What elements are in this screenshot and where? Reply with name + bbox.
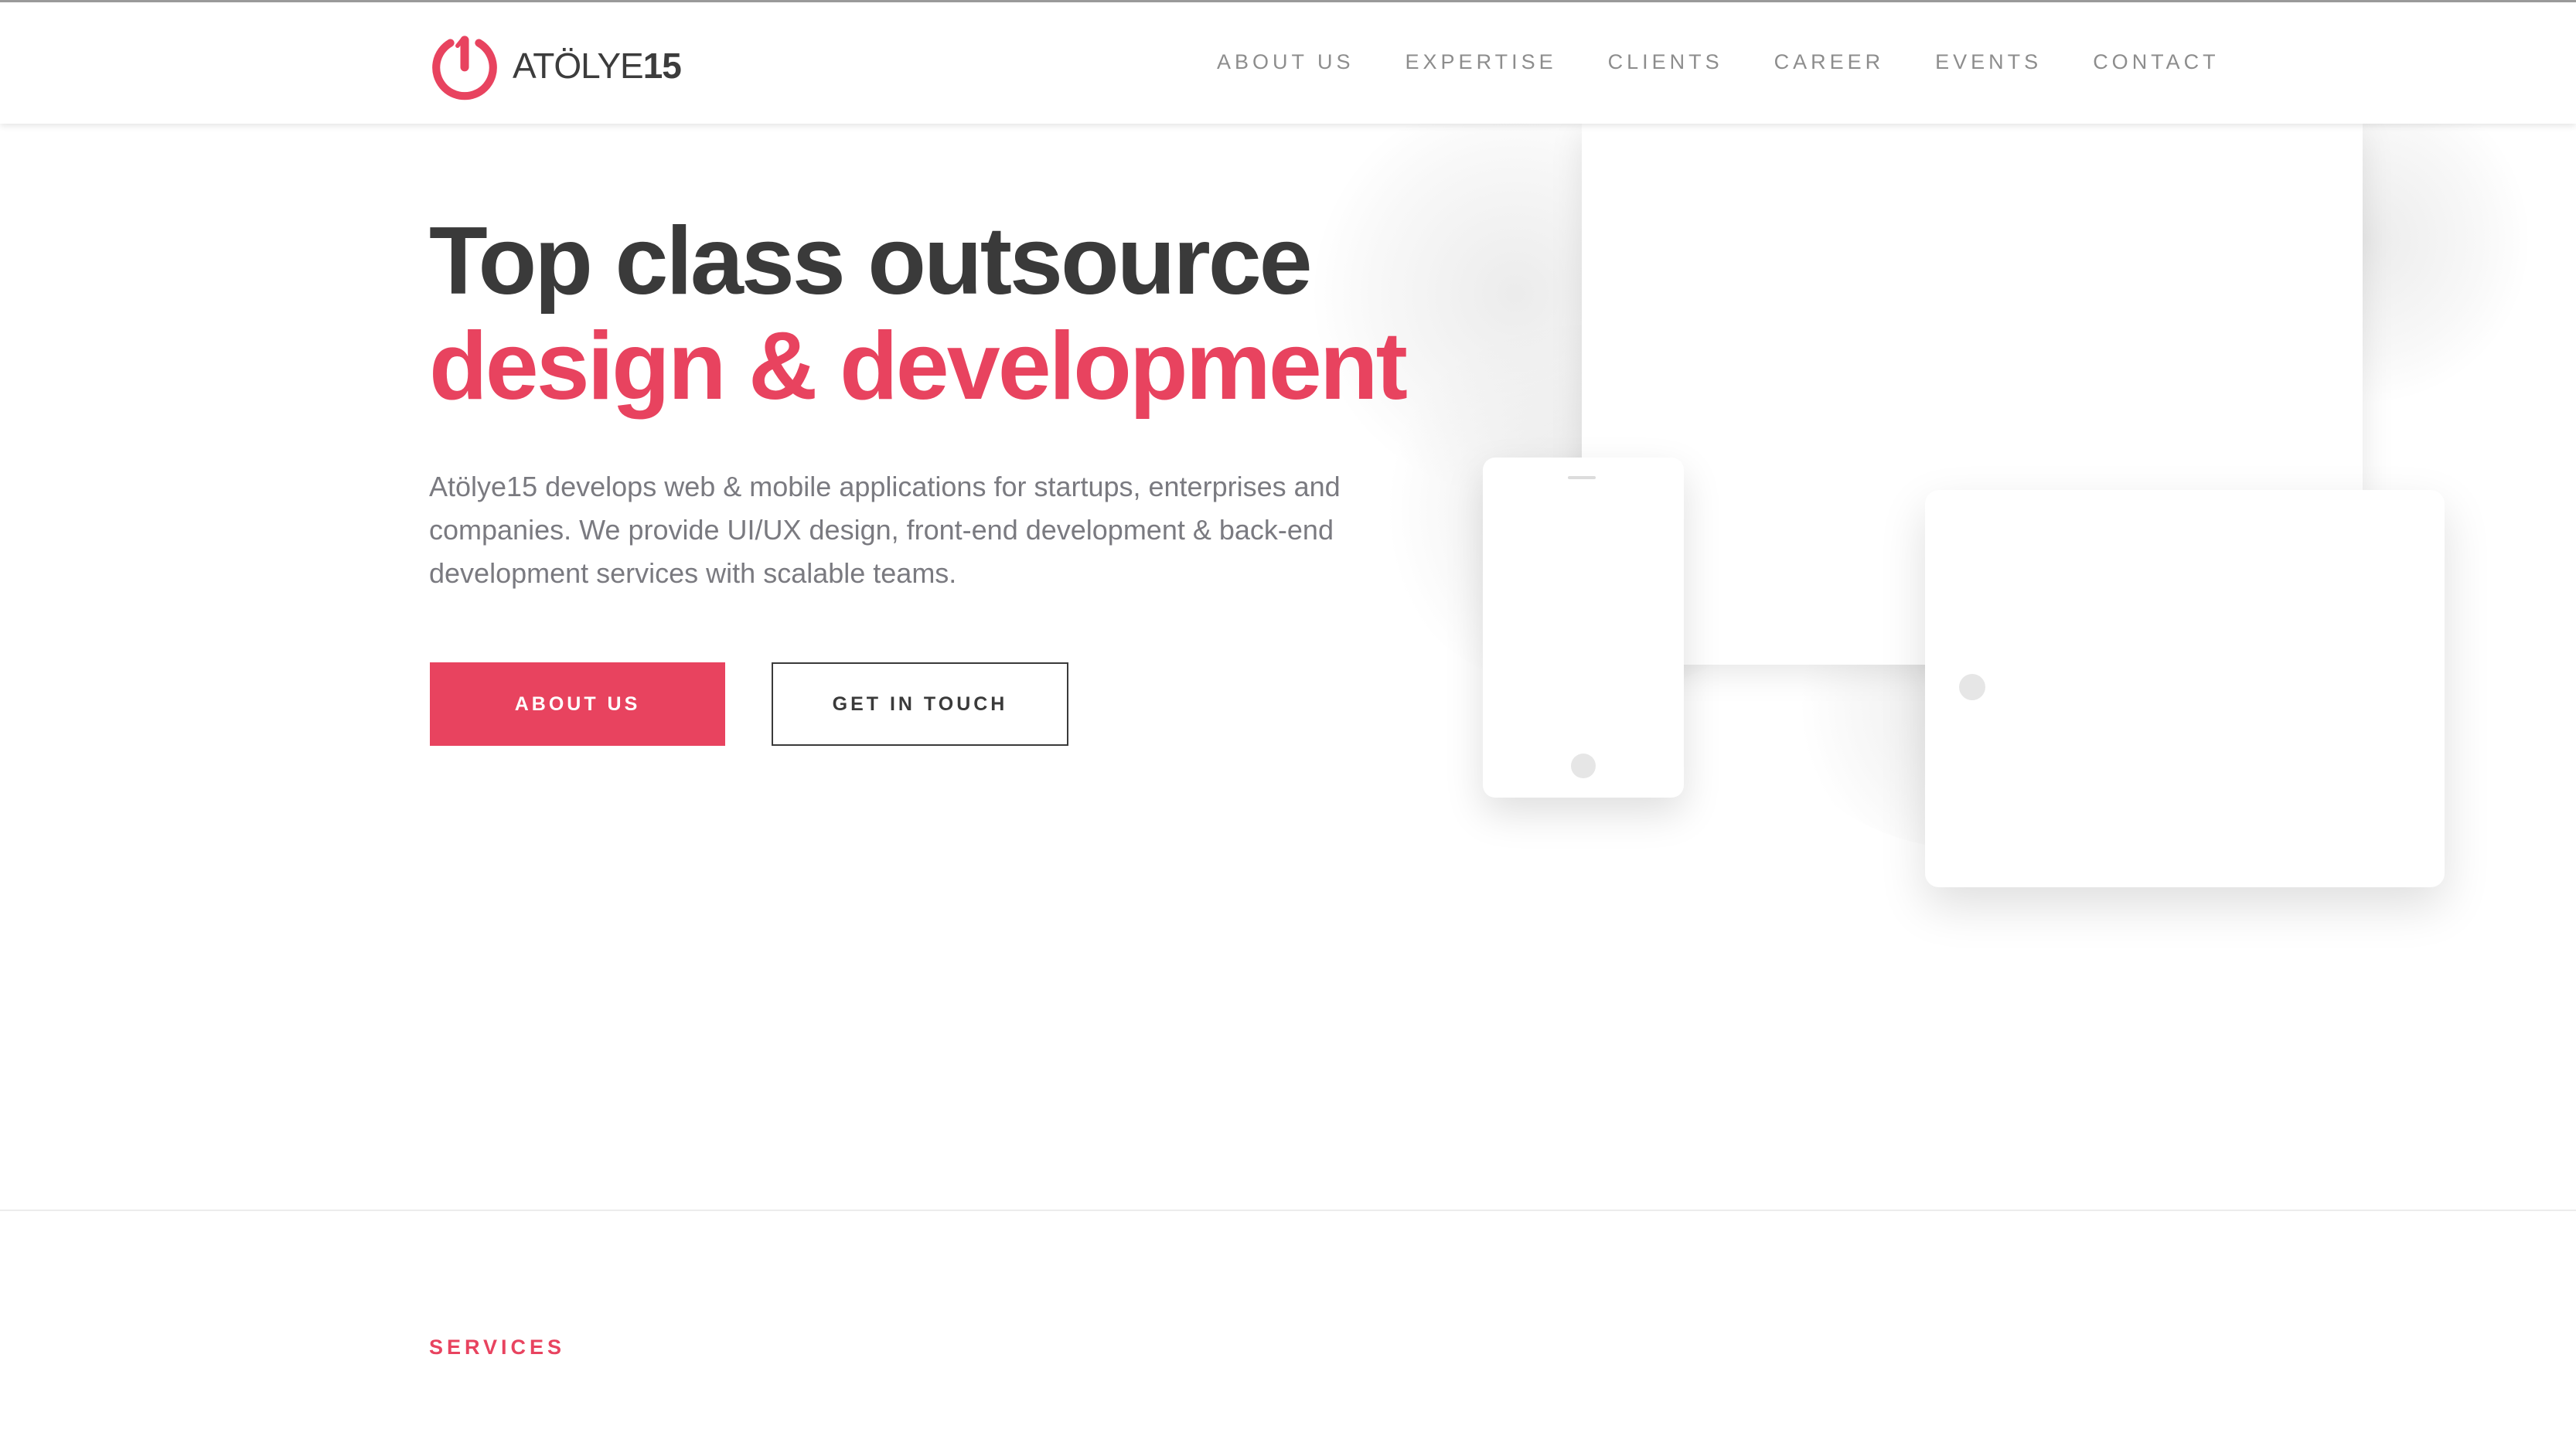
logo[interactable]: ATÖLYE15 [429,27,682,104]
nav-career[interactable]: CAREER [1774,50,1885,74]
phone-home-button [1571,754,1596,778]
nav-events[interactable]: EVENTS [1935,50,2042,74]
hero-title: Top class outsource design & development [429,208,1408,420]
power-icon [432,36,497,100]
get-in-touch-button[interactable]: GET IN TOUCH [772,662,1068,746]
phone-illustration [1483,458,1684,798]
hero-title-line1: Top class outsource [429,208,1313,315]
nav-contact[interactable]: CONTACT [2093,50,2220,74]
hero-title-line2: design & development [429,313,1408,420]
site-header: ATÖLYE15 ABOUT US EXPERTISE CLIENTS CARE… [0,0,2576,124]
tablet-home-button [1959,674,1985,700]
services-label: SERVICES [429,1336,566,1359]
tablet-illustration [1925,490,2445,887]
about-us-button[interactable]: ABOUT US [430,662,725,746]
nav-about-us[interactable]: ABOUT US [1217,50,1354,74]
nav-expertise[interactable]: EXPERTISE [1406,50,1557,74]
logo-text: ATÖLYE15 [513,45,682,87]
logo-number: 15 [642,46,682,86]
phone-speaker [1568,476,1596,479]
main-nav: ABOUT US EXPERTISE CLIENTS CAREER EVENTS… [1217,50,2271,74]
logo-word: ATÖLYE [513,46,644,86]
nav-clients[interactable]: CLIENTS [1608,50,1723,74]
section-divider [0,1210,2576,1211]
hero-description: Atölye15 develops web & mobile applicati… [429,471,1341,589]
